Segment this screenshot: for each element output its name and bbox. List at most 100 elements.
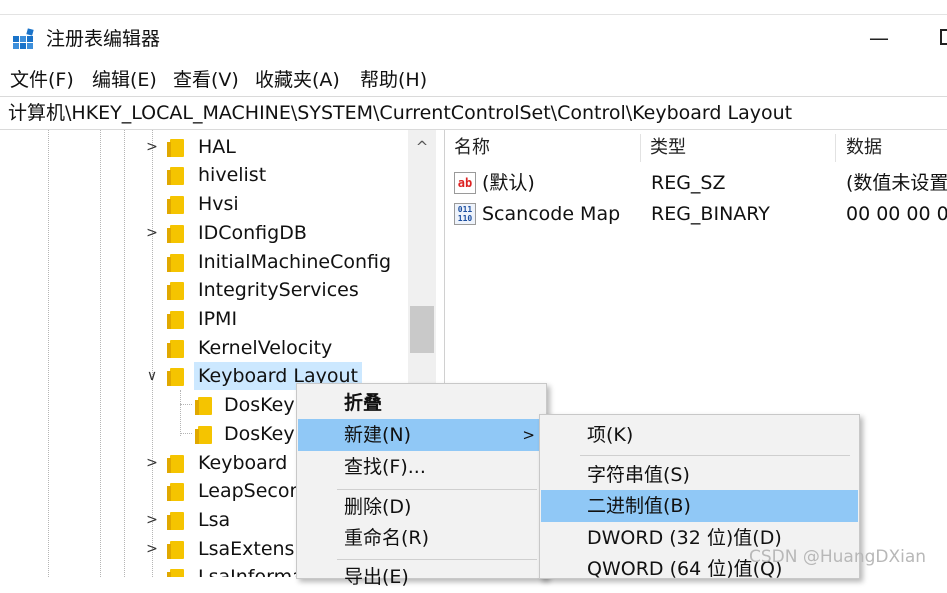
column-separator[interactable]	[640, 134, 641, 162]
tree-node-label: LsaExtensi	[198, 538, 300, 560]
collapse-icon[interactable]: ∨	[144, 362, 160, 390]
string-value-icon: ab	[454, 172, 476, 194]
maximize-button[interactable]	[940, 29, 947, 45]
tree-node[interactable]: IPMI	[144, 305, 404, 333]
menu-item-label: 二进制值(B)	[587, 495, 691, 517]
folder-icon	[167, 282, 184, 300]
tree-node-label: DosKey	[224, 423, 295, 445]
title-bar: 注册表编辑器 —	[0, 15, 947, 65]
folder-icon	[167, 311, 184, 329]
value-name: (默认)	[482, 172, 535, 194]
expand-icon[interactable]: >	[144, 506, 160, 534]
value-data: (数值未设置)	[846, 172, 947, 194]
tree-node-label: IDConfigDB	[198, 222, 307, 244]
tree-node[interactable]: IntegrityServices	[144, 276, 404, 304]
tree-node-label: hivelist	[198, 164, 267, 186]
expand-icon	[144, 563, 160, 577]
folder-icon	[167, 225, 184, 243]
registry-editor-icon	[13, 28, 34, 49]
tree-node[interactable]: > HAL	[144, 133, 404, 161]
folder-icon	[167, 483, 184, 501]
submenu-item-binary-value[interactable]: 二进制值(B)	[541, 490, 858, 522]
value-type: REG_SZ	[651, 172, 726, 194]
value-row[interactable]: ab (默认) REG_SZ (数值未设置)	[446, 168, 947, 198]
tree-node[interactable]: DosKey	[170, 420, 310, 448]
column-type-header[interactable]: 类型	[650, 134, 686, 162]
menu-help[interactable]: 帮助(H)	[360, 66, 427, 94]
expand-icon	[144, 305, 160, 333]
tree-node[interactable]: LeapSecor	[144, 477, 304, 505]
tree-node-label: Hvsi	[198, 193, 239, 215]
menu-file[interactable]: 文件(F)	[10, 66, 74, 94]
tree-node-label: InitialMachineConfig	[198, 251, 392, 273]
menu-item-label: 折叠	[344, 392, 383, 414]
menu-separator	[580, 455, 850, 456]
expand-icon	[144, 477, 160, 505]
folder-icon	[167, 512, 184, 530]
window-title: 注册表编辑器	[46, 28, 161, 50]
address-path[interactable]: 计算机\HKEY_LOCAL_MACHINE\SYSTEM\CurrentCon…	[8, 99, 792, 127]
submenu-arrow-icon: >	[522, 426, 535, 444]
tree-node[interactable]: DosKey	[170, 391, 310, 419]
menu-item-label: 重命名(R)	[344, 527, 430, 549]
expand-icon[interactable]: >	[144, 219, 160, 247]
menu-item-delete[interactable]: 删除(D)	[298, 491, 545, 523]
tree-node-label: Keyboard	[198, 452, 288, 474]
folder-icon	[167, 541, 184, 559]
tree-node-label: LsaInforma	[198, 566, 304, 577]
folder-icon	[167, 167, 184, 185]
minimize-button[interactable]: —	[868, 23, 890, 53]
tree-node[interactable]: InitialMachineConfig	[144, 248, 404, 276]
folder-icon	[167, 455, 184, 473]
menu-item-rename[interactable]: 重命名(R)	[298, 522, 545, 554]
menu-item-label: 查找(F)...	[344, 456, 426, 478]
expand-icon	[144, 161, 160, 189]
menu-item-new[interactable]: 新建(N) >	[298, 419, 545, 451]
tree-guide-line	[124, 130, 125, 577]
expand-icon[interactable]: >	[144, 133, 160, 161]
submenu-item-string-value[interactable]: 字符串值(S)	[541, 459, 858, 491]
menu-favorites[interactable]: 收藏夹(A)	[255, 66, 340, 94]
folder-icon	[167, 254, 184, 272]
tree-guide-line	[100, 130, 101, 577]
tree-node[interactable]: > LsaExtensi	[144, 535, 304, 563]
expand-icon[interactable]: >	[144, 535, 160, 563]
submenu-item-key[interactable]: 项(K)	[541, 419, 858, 451]
expand-icon	[144, 248, 160, 276]
expand-icon	[144, 276, 160, 304]
column-separator[interactable]	[835, 134, 836, 162]
tree-node[interactable]: > Keyboard	[144, 449, 304, 477]
expand-icon	[144, 334, 160, 362]
scrollbar-thumb[interactable]	[410, 306, 434, 353]
menu-item-label: 导出(E)	[344, 566, 409, 588]
tree-node-label: IntegrityServices	[198, 279, 359, 301]
menu-item-export[interactable]: 导出(E)	[298, 561, 545, 593]
tree-node-label: Lsa	[198, 509, 231, 531]
tree-node[interactable]: Hvsi	[144, 190, 404, 218]
column-name-header[interactable]: 名称	[454, 134, 490, 162]
binary-value-icon: 011 110	[454, 203, 476, 225]
tree-node[interactable]: > IDConfigDB	[144, 219, 404, 247]
tree-guide-line	[48, 130, 49, 577]
tree-node[interactable]: LsaInforma	[144, 563, 304, 577]
watermark: CSDN @HuangDXian	[749, 547, 927, 567]
folder-icon	[167, 569, 184, 577]
tree-node-label: HAL	[198, 136, 236, 158]
folder-icon	[195, 397, 212, 415]
column-data-header[interactable]: 数据	[846, 134, 882, 162]
expand-icon	[170, 420, 186, 448]
scroll-up-icon[interactable]: ^	[408, 134, 436, 160]
folder-icon	[167, 196, 184, 214]
expand-icon	[144, 190, 160, 218]
value-row[interactable]: 011 110 Scancode Map REG_BINARY 00 00 00…	[446, 199, 947, 229]
tree-node[interactable]: KernelVelocity	[144, 334, 404, 362]
menu-item-find[interactable]: 查找(F)...	[298, 451, 545, 483]
menu-view[interactable]: 查看(V)	[173, 66, 239, 94]
menu-edit[interactable]: 编辑(E)	[92, 66, 157, 94]
expand-icon[interactable]: >	[144, 449, 160, 477]
tree-node[interactable]: > Lsa	[144, 506, 304, 534]
tree-node[interactable]: hivelist	[144, 161, 404, 189]
expand-icon	[170, 391, 186, 419]
address-bar[interactable]: 计算机\HKEY_LOCAL_MACHINE\SYSTEM\CurrentCon…	[0, 96, 947, 130]
menu-item-collapse[interactable]: 折叠	[298, 387, 545, 419]
